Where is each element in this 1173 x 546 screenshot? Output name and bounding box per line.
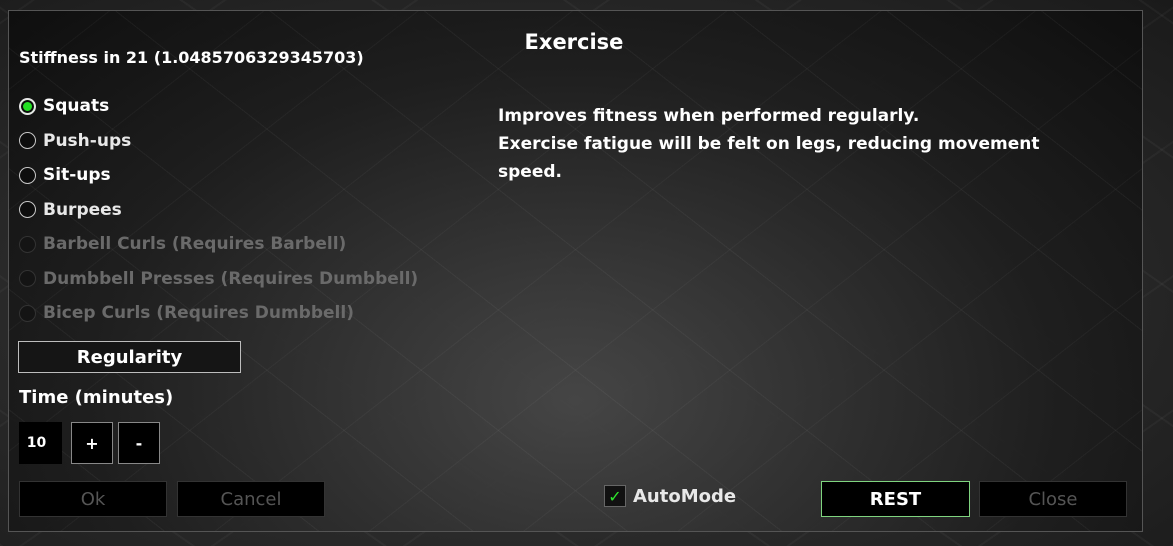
radio-button-icon: [19, 270, 36, 288]
automode-label: AutoMode: [633, 485, 737, 507]
time-value-field[interactable]: 10: [19, 422, 62, 464]
description-line: speed.: [498, 162, 562, 182]
close-button[interactable]: Close: [979, 481, 1127, 517]
exercise-label: Squats: [43, 96, 110, 117]
exercise-description: Improves fitness when performed regularl…: [498, 102, 1098, 186]
exercise-label: Push-ups: [43, 130, 132, 151]
dialog-title: Exercise: [524, 30, 624, 54]
decrease-time-button[interactable]: -: [118, 422, 160, 464]
exercise-label: Bicep Curls (Requires Dumbbell): [43, 303, 354, 324]
exercise-option-dumbbell-presses: Dumbbell Presses (Requires Dumbbell): [19, 262, 418, 297]
exercise-label: Sit-ups: [43, 165, 111, 186]
exercise-option-bicep-curls: Bicep Curls (Requires Dumbbell): [19, 296, 418, 331]
exercise-list: Squats Push-ups Sit-ups Burpees Barbell …: [19, 89, 418, 331]
radio-button-icon: [19, 235, 36, 253]
exercise-option-burpees[interactable]: Burpees: [19, 193, 418, 228]
regularity-button[interactable]: Regularity: [18, 341, 241, 373]
description-line: Improves fitness when performed regularl…: [498, 106, 920, 126]
stiffness-label: Stiffness in 21 (1.0485706329345703): [19, 48, 364, 67]
ok-button[interactable]: Ok: [19, 481, 167, 517]
exercise-label: Burpees: [43, 199, 122, 220]
exercise-option-push-ups[interactable]: Push-ups: [19, 124, 418, 159]
checkbox-checked-icon[interactable]: ✓: [604, 485, 626, 507]
description-line: Exercise fatigue will be felt on legs, r…: [498, 134, 1040, 154]
cancel-button[interactable]: Cancel: [177, 481, 325, 517]
radio-button-icon[interactable]: [19, 201, 36, 219]
exercise-option-barbell-curls: Barbell Curls (Requires Barbell): [19, 227, 418, 262]
increase-time-button[interactable]: +: [71, 422, 113, 464]
rest-button[interactable]: REST: [821, 481, 970, 517]
radio-button-icon[interactable]: [19, 166, 36, 184]
radio-button-icon[interactable]: [19, 97, 36, 115]
exercise-label: Barbell Curls (Requires Barbell): [43, 234, 347, 255]
time-label: Time (minutes): [19, 387, 174, 408]
radio-button-icon: [19, 304, 36, 322]
exercise-label: Dumbbell Presses (Requires Dumbbell): [43, 268, 419, 289]
automode-toggle[interactable]: ✓ AutoMode: [604, 485, 736, 507]
exercise-option-sit-ups[interactable]: Sit-ups: [19, 158, 418, 193]
exercise-option-squats[interactable]: Squats: [19, 89, 418, 124]
radio-button-icon[interactable]: [19, 132, 36, 150]
